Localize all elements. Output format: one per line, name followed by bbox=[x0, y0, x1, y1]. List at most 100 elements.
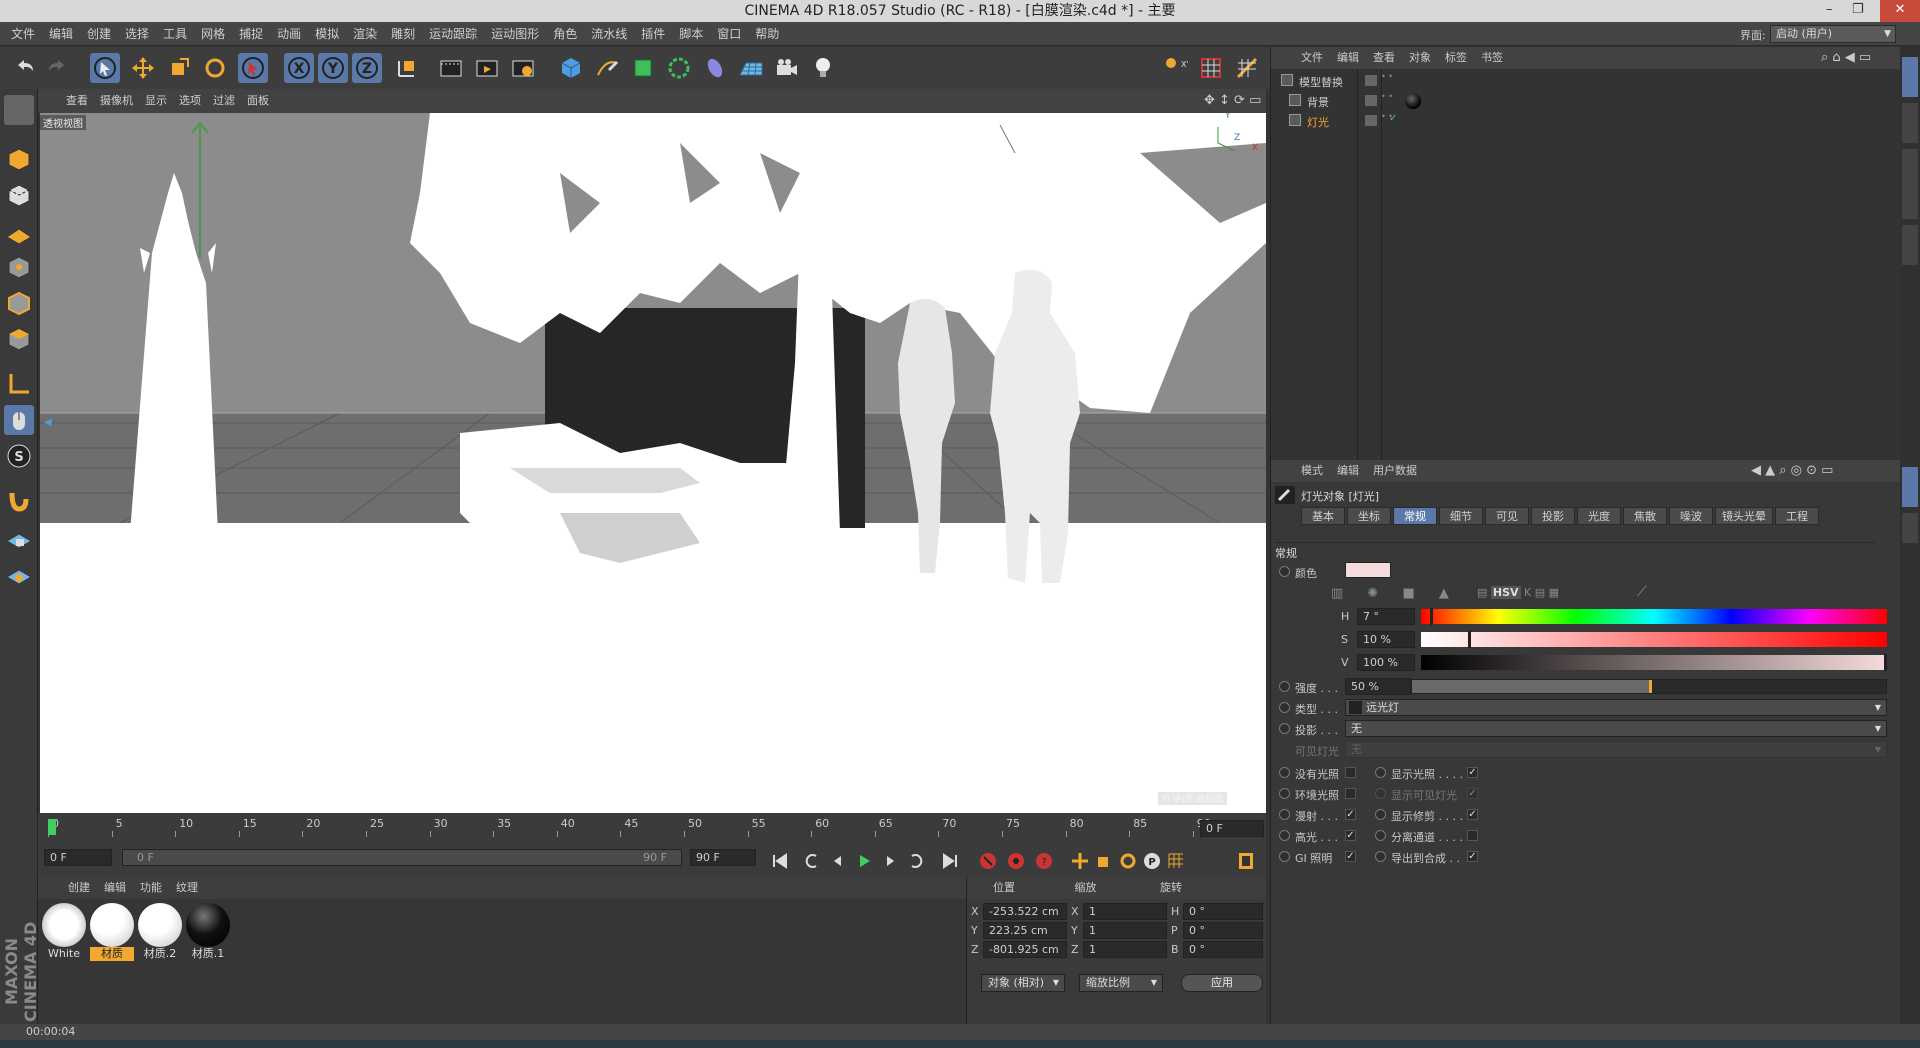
light-button[interactable] bbox=[808, 53, 838, 83]
saturation-slider-knob[interactable] bbox=[1467, 631, 1471, 648]
attribute-tab-10[interactable]: 工程 bbox=[1775, 507, 1819, 525]
redo-button[interactable] bbox=[42, 53, 72, 83]
key-rotation-icon[interactable] bbox=[1116, 849, 1140, 873]
object-layer-icon[interactable] bbox=[1365, 95, 1377, 106]
side-tab-layers[interactable] bbox=[1902, 513, 1918, 543]
menu-item-11[interactable]: 运动跟踪 bbox=[422, 22, 484, 46]
attribute-tab-6[interactable]: 光度 bbox=[1577, 507, 1621, 525]
object-menu-item-2[interactable]: 查看 bbox=[1373, 51, 1395, 64]
scale-y-field[interactable]: 1 bbox=[1083, 922, 1167, 939]
checkbox-left-2[interactable]: ✓ bbox=[1345, 809, 1356, 820]
menu-item-1[interactable]: 编辑 bbox=[42, 22, 80, 46]
checkbox-right-1[interactable]: ✓ bbox=[1467, 788, 1478, 799]
key-parameter-icon[interactable]: P bbox=[1140, 849, 1164, 873]
menu-item-14[interactable]: 流水线 bbox=[584, 22, 634, 46]
type-select[interactable]: 远光灯 ▼ bbox=[1345, 699, 1887, 716]
check-animate-radio[interactable] bbox=[1279, 788, 1290, 799]
axis-mode-button[interactable] bbox=[4, 369, 34, 399]
object-menu-item-0[interactable]: 文件 bbox=[1301, 51, 1323, 64]
intensity-animate-radio[interactable] bbox=[1279, 681, 1290, 692]
object-layer-icon[interactable] bbox=[1365, 75, 1377, 86]
undo-button[interactable] bbox=[10, 53, 40, 83]
viewport-menu-item-1[interactable]: 摄像机 bbox=[94, 89, 139, 113]
apply-button[interactable]: 应用 bbox=[1181, 974, 1263, 992]
attribute-nav-icons[interactable]: ◀ ▲ ⌕ ◎ ⊙ ▭ bbox=[1751, 460, 1833, 482]
value-field[interactable]: 100 % bbox=[1357, 654, 1415, 671]
quantize-button[interactable] bbox=[1232, 53, 1262, 83]
end-frame-field[interactable]: 90 F bbox=[690, 849, 756, 866]
workplane-mode-button[interactable] bbox=[4, 217, 34, 247]
autokey-icon[interactable] bbox=[1004, 849, 1028, 873]
menu-item-18[interactable]: 帮助 bbox=[748, 22, 786, 46]
eyedropper-icon[interactable]: ⟋ bbox=[1637, 584, 1647, 600]
material-menu-item-1[interactable]: 编辑 bbox=[104, 881, 126, 894]
texture-mode-button[interactable] bbox=[4, 181, 34, 211]
attribute-menu-item-0[interactable]: 模式 bbox=[1301, 464, 1323, 477]
check-animate-radio[interactable] bbox=[1279, 767, 1290, 778]
side-tab-content-browser[interactable] bbox=[1902, 149, 1918, 219]
menu-item-3[interactable]: 选择 bbox=[118, 22, 156, 46]
select-tool-button[interactable] bbox=[90, 53, 120, 83]
attribute-tab-7[interactable]: 焦散 bbox=[1623, 507, 1667, 525]
object-search-icon[interactable]: ⌕ ⌂ ◀ ▭ bbox=[1821, 47, 1871, 69]
type-animate-radio[interactable] bbox=[1279, 702, 1290, 713]
pen-spline-button[interactable] bbox=[592, 53, 622, 83]
color-model-buttons[interactable]: ▤ HSV K ▤ ▦ bbox=[1477, 586, 1559, 599]
shadow-select[interactable]: 无 ▼ bbox=[1345, 720, 1887, 737]
scale-z-field[interactable]: 1 bbox=[1083, 941, 1167, 958]
checkbox-left-0[interactable] bbox=[1345, 767, 1356, 778]
viewport-menu-item-5[interactable]: 面板 bbox=[241, 89, 275, 113]
coordinate-system-button[interactable] bbox=[392, 53, 422, 83]
viewport-menu-item-3[interactable]: 选项 bbox=[173, 89, 207, 113]
rotation-p-field[interactable]: 0 ° bbox=[1183, 922, 1263, 939]
make-editable-button[interactable] bbox=[4, 95, 34, 125]
go-to-end-icon[interactable] bbox=[938, 849, 962, 873]
viewport-menu-item-0[interactable]: 查看 bbox=[60, 89, 94, 113]
scale-tool-button[interactable] bbox=[164, 53, 194, 83]
camera-button[interactable] bbox=[772, 53, 802, 83]
color-mode-icons[interactable]: ▥ ✺ ■ ▲ bbox=[1331, 586, 1459, 601]
menu-item-6[interactable]: 捕捉 bbox=[232, 22, 270, 46]
perspective-viewport[interactable]: 透视视图 Y Z X ◀ Ti 字/文 的标题 bbox=[40, 113, 1266, 813]
menu-item-9[interactable]: 渲染 bbox=[346, 22, 384, 46]
render-view-button[interactable] bbox=[436, 53, 466, 83]
intensity-slider-knob[interactable] bbox=[1649, 680, 1652, 693]
coord-mode-select[interactable]: 对象 (相对) ▼ bbox=[981, 974, 1065, 992]
render-picture-viewer-button[interactable] bbox=[472, 53, 502, 83]
object-row[interactable]: 模型替换 • • bbox=[1275, 73, 1895, 91]
checkbox-right-3[interactable] bbox=[1467, 830, 1478, 841]
workplane-button[interactable] bbox=[1196, 53, 1226, 83]
viewport-nav-icons[interactable]: ✥ ↕ ⟳ ▭ bbox=[1204, 93, 1261, 108]
saturation-slider[interactable] bbox=[1421, 631, 1887, 648]
check-animate-radio[interactable] bbox=[1279, 830, 1290, 841]
material-item[interactable]: 材质.2 bbox=[138, 903, 182, 961]
next-frame-icon[interactable] bbox=[878, 849, 902, 873]
hue-slider[interactable] bbox=[1421, 608, 1887, 625]
checkbox-right-2[interactable]: ✓ bbox=[1467, 809, 1478, 820]
check-animate-radio[interactable] bbox=[1375, 788, 1386, 799]
scale-mode-select[interactable]: 缩放比例 ▼ bbox=[1079, 974, 1163, 992]
cube-primitive-button[interactable] bbox=[556, 53, 586, 83]
rotation-b-field[interactable]: 0 ° bbox=[1183, 941, 1263, 958]
frame-range-slider[interactable]: 0 F 90 F bbox=[122, 849, 682, 866]
menu-item-8[interactable]: 模拟 bbox=[308, 22, 346, 46]
visibility-dots-icon[interactable]: • • bbox=[1381, 93, 1393, 101]
checkbox-left-4[interactable]: ✓ bbox=[1345, 851, 1356, 862]
object-menu-item-4[interactable]: 标签 bbox=[1445, 51, 1467, 64]
edges-mode-button[interactable] bbox=[4, 289, 34, 319]
record-active-icon[interactable] bbox=[976, 849, 1000, 873]
saturation-field[interactable]: 10 % bbox=[1357, 631, 1415, 648]
timeline-ruler[interactable]: 051015202530354045505560657075808590 bbox=[48, 817, 1211, 837]
planar-workplane-button[interactable] bbox=[4, 561, 34, 591]
points-mode-button[interactable] bbox=[4, 253, 34, 283]
close-icon[interactable]: ✕ bbox=[1880, 0, 1920, 22]
object-row[interactable]: 灯光 • • ✓ bbox=[1275, 113, 1895, 131]
menu-item-5[interactable]: 网格 bbox=[194, 22, 232, 46]
material-menu-item-0[interactable]: 创建 bbox=[68, 881, 90, 894]
next-key-icon[interactable] bbox=[904, 849, 928, 873]
menu-item-16[interactable]: 脚本 bbox=[672, 22, 710, 46]
last-tool-button[interactable] bbox=[238, 53, 268, 83]
checkbox-right-0[interactable]: ✓ bbox=[1467, 767, 1478, 778]
start-frame-field[interactable]: 0 F bbox=[44, 849, 112, 866]
intensity-field[interactable]: 50 % bbox=[1345, 678, 1411, 695]
